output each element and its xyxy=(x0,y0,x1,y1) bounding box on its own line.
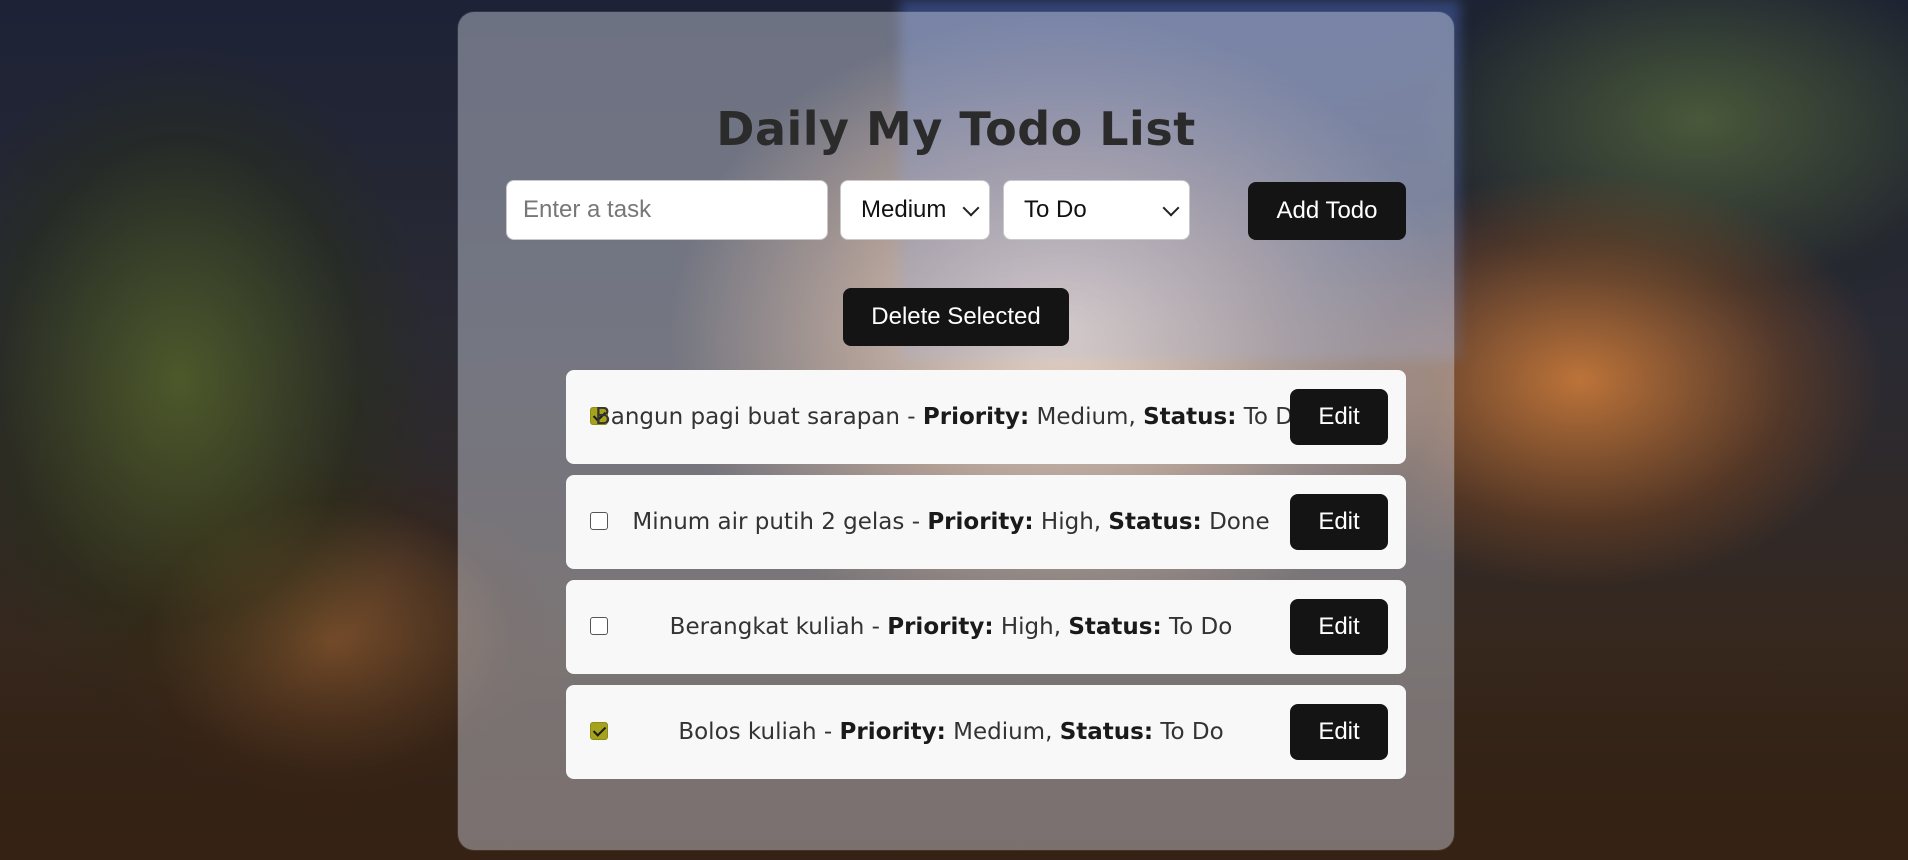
edit-button[interactable]: Edit xyxy=(1290,704,1388,760)
priority-label: Priority: xyxy=(839,719,946,745)
todo-text: Bangun pagi buat sarapan - Priority: Med… xyxy=(594,404,1308,430)
delete-selected-button[interactable]: Delete Selected xyxy=(843,288,1069,346)
task-input[interactable] xyxy=(506,180,828,240)
todo-checkbox[interactable] xyxy=(590,722,608,740)
todo-status: To Do xyxy=(1160,719,1224,745)
status-select-value: To Do xyxy=(1024,196,1087,223)
todo-priority: Medium xyxy=(953,719,1046,745)
todo-item: Bolos kuliah - Priority: Medium, Status:… xyxy=(566,685,1406,779)
status-select[interactable]: To Do xyxy=(1003,180,1190,240)
add-todo-button[interactable]: Add Todo xyxy=(1248,182,1406,240)
todo-status: To Do xyxy=(1169,614,1233,640)
todo-text: Minum air putih 2 gelas - Priority: High… xyxy=(632,509,1270,535)
priority-label: Priority: xyxy=(927,509,1034,535)
page-title: Daily My Todo List xyxy=(716,102,1196,156)
priority-label: Priority: xyxy=(887,614,994,640)
todo-priority: High xyxy=(1000,614,1054,640)
edit-button[interactable]: Edit xyxy=(1290,599,1388,655)
todo-list: Bangun pagi buat sarapan - Priority: Med… xyxy=(566,370,1406,790)
priority-select-value: Medium xyxy=(861,196,947,223)
status-label: Status: xyxy=(1143,404,1237,430)
status-label: Status: xyxy=(1108,509,1202,535)
edit-button[interactable]: Edit xyxy=(1290,389,1388,445)
todo-task: Minum air putih 2 gelas xyxy=(632,509,905,535)
todo-item: Berangkat kuliah - Priority: High, Statu… xyxy=(566,580,1406,674)
todo-priority: High xyxy=(1040,509,1094,535)
todo-checkbox[interactable] xyxy=(590,512,608,530)
todo-text: Berangkat kuliah - Priority: High, Statu… xyxy=(669,614,1233,640)
status-label: Status: xyxy=(1068,614,1162,640)
status-label: Status: xyxy=(1059,719,1154,745)
priority-select[interactable]: Medium xyxy=(840,180,990,240)
todo-task: Berangkat kuliah xyxy=(669,614,865,640)
chevron-down-icon xyxy=(962,199,980,217)
chevron-down-icon xyxy=(1162,199,1180,217)
todo-status: Done xyxy=(1209,509,1270,535)
todo-priority: Medium xyxy=(1036,404,1129,430)
todo-text: Bolos kuliah - Priority: Medium, Status:… xyxy=(678,719,1224,745)
todo-item: Bangun pagi buat sarapan - Priority: Med… xyxy=(566,370,1406,464)
edit-button[interactable]: Edit xyxy=(1290,494,1388,550)
todo-task: Bangun pagi buat sarapan xyxy=(594,404,900,430)
todo-checkbox[interactable] xyxy=(590,617,608,635)
todo-item: Minum air putih 2 gelas - Priority: High… xyxy=(566,475,1406,569)
todo-task: Bolos kuliah xyxy=(678,719,817,745)
priority-label: Priority: xyxy=(922,404,1030,430)
todo-card: Daily My Todo List Medium To Do Add Todo… xyxy=(458,12,1454,850)
